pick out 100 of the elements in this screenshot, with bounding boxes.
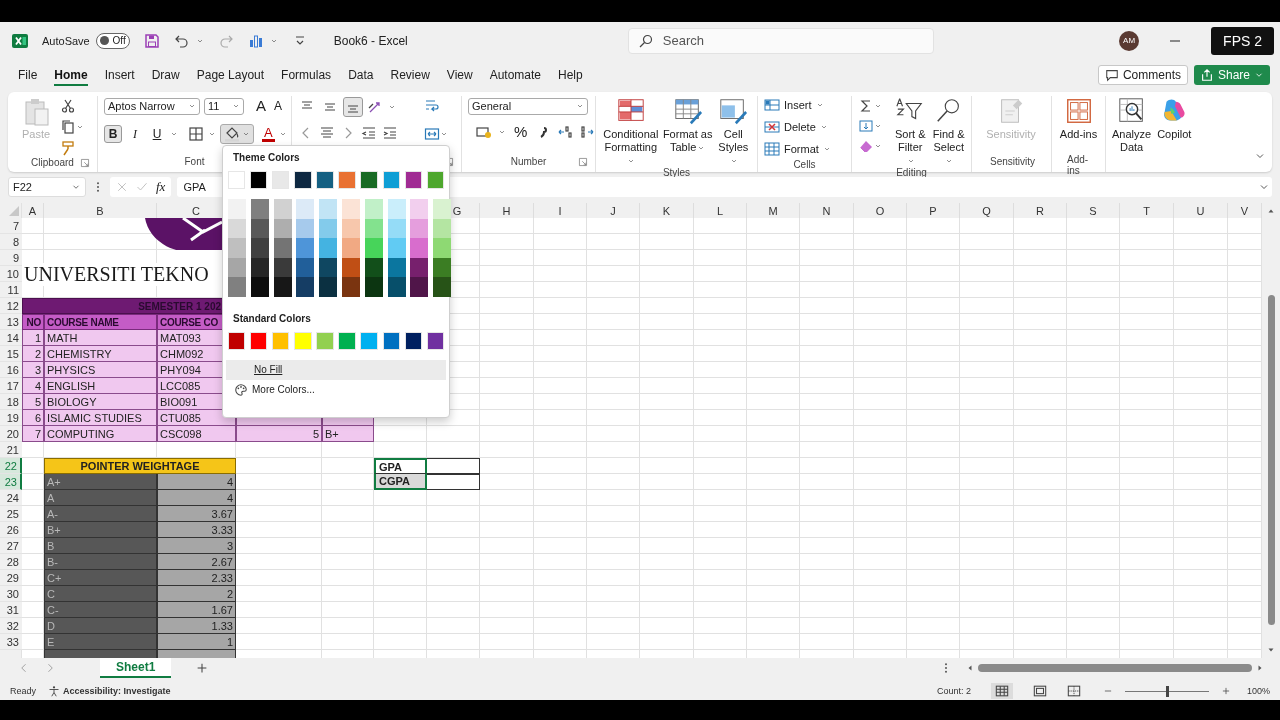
table-cell[interactable] <box>427 458 480 475</box>
color-swatch[interactable] <box>250 277 269 297</box>
color-swatch[interactable] <box>382 171 400 189</box>
ai-button[interactable]: Analyze Data <box>1112 95 1152 154</box>
color-swatch[interactable] <box>228 331 246 350</box>
decrease-indent-icon[interactable] <box>361 124 377 141</box>
color-swatch[interactable] <box>410 218 429 238</box>
cancel-icon[interactable] <box>116 181 128 194</box>
color-swatch[interactable] <box>250 238 269 258</box>
color-swatch[interactable] <box>382 331 400 350</box>
number-format-dropdown[interactable]: General <box>468 97 588 115</box>
color-swatch[interactable] <box>316 171 334 189</box>
scroll-up-icon[interactable] <box>1267 207 1275 216</box>
color-swatch[interactable] <box>316 331 334 350</box>
text-style-button[interactable]: U <box>148 124 166 143</box>
color-swatch[interactable] <box>338 331 356 350</box>
editing-button[interactable]: Find & Select <box>932 95 965 167</box>
styles-button[interactable]: Cell Styles <box>715 95 751 167</box>
table-cell[interactable] <box>427 474 480 491</box>
color-swatch[interactable] <box>319 257 338 277</box>
color-swatch[interactable] <box>319 277 338 297</box>
color-swatch[interactable] <box>410 277 429 297</box>
styles-button[interactable]: Conditional Formatting <box>602 95 660 167</box>
color-swatch[interactable] <box>296 277 315 297</box>
color-swatch[interactable] <box>228 238 246 258</box>
color-swatch[interactable] <box>342 257 360 277</box>
color-swatch[interactable] <box>364 238 383 258</box>
text-style-button[interactable]: B <box>104 124 122 143</box>
page-layout-icon[interactable] <box>1032 684 1047 699</box>
row-header[interactable]: 22 <box>0 458 22 475</box>
percent-button[interactable]: % <box>512 123 530 140</box>
color-swatch[interactable] <box>364 199 383 219</box>
font-size-dropdown[interactable]: 11 <box>204 97 244 115</box>
color-swatch[interactable] <box>342 199 360 219</box>
decrease-font-button[interactable]: A <box>272 98 285 115</box>
save-icon[interactable] <box>143 32 160 49</box>
text-style-button[interactable]: I <box>126 124 144 143</box>
color-swatch[interactable] <box>228 199 246 219</box>
color-swatch[interactable] <box>433 238 452 258</box>
menu-tab[interactable]: View <box>439 63 480 86</box>
align-center-icon[interactable] <box>319 124 335 141</box>
color-swatch[interactable] <box>272 171 290 189</box>
font-name-dropdown[interactable]: Aptos Narrow <box>104 97 200 115</box>
color-swatch[interactable] <box>273 257 292 277</box>
color-swatch[interactable] <box>410 257 429 277</box>
menu-tab[interactable]: Help <box>551 63 590 86</box>
color-swatch[interactable] <box>433 257 452 277</box>
search-field[interactable]: Search <box>627 27 934 54</box>
color-swatch[interactable] <box>250 218 269 238</box>
menu-item[interactable]: No Fill <box>226 359 446 380</box>
merge-icon[interactable] <box>424 125 440 142</box>
color-swatch[interactable] <box>296 199 315 219</box>
menu-tab[interactable]: Formulas <box>274 63 339 86</box>
name-box[interactable]: F22 <box>8 177 86 198</box>
user-avatar[interactable]: AM <box>1119 30 1140 51</box>
increase-decimal-icon[interactable] <box>557 123 574 140</box>
color-swatch[interactable] <box>319 238 338 258</box>
color-swatch[interactable] <box>228 257 246 277</box>
color-swatch[interactable] <box>294 331 312 350</box>
color-swatch[interactable] <box>228 218 246 238</box>
color-swatch[interactable] <box>273 218 292 238</box>
color-swatch[interactable] <box>404 171 422 189</box>
color-swatch[interactable] <box>387 277 406 297</box>
color-swatch[interactable] <box>338 171 356 189</box>
color-swatch[interactable] <box>426 171 444 189</box>
color-swatch[interactable] <box>342 277 360 297</box>
table-cell[interactable]: GPA <box>374 458 427 475</box>
color-swatch[interactable] <box>433 218 452 238</box>
ai-button[interactable]: Copilot <box>1157 95 1192 141</box>
color-swatch[interactable] <box>360 331 378 350</box>
color-swatch[interactable] <box>410 238 429 258</box>
normal-view-icon[interactable] <box>990 683 1013 700</box>
color-swatch[interactable] <box>364 257 383 277</box>
comments-button[interactable]: Comments <box>1097 64 1188 85</box>
color-swatch[interactable] <box>364 218 383 238</box>
fill-color-button[interactable] <box>220 123 254 144</box>
sheet-tab[interactable]: Sheet1 <box>100 658 172 679</box>
color-swatch[interactable] <box>250 331 268 350</box>
menu-tab[interactable]: Data <box>341 63 381 86</box>
color-swatch[interactable] <box>342 238 360 258</box>
editing-button[interactable]: Sort & Filter <box>894 95 927 167</box>
insert-function-button[interactable]: fx <box>156 179 166 196</box>
scroll-right-icon[interactable] <box>1256 664 1264 673</box>
row-header[interactable]: 23 <box>0 474 22 491</box>
table-cell[interactable]: CGPA <box>374 474 427 491</box>
cells-button[interactable]: Format <box>764 139 831 159</box>
menu-tab[interactable]: Draw <box>144 63 187 86</box>
color-swatch[interactable] <box>272 331 290 350</box>
cells-button[interactable]: Insert <box>764 95 824 115</box>
color-swatch[interactable] <box>387 218 406 238</box>
color-swatch[interactable] <box>433 277 452 297</box>
font-color-button[interactable]: A <box>262 125 275 142</box>
color-swatch[interactable] <box>387 257 406 277</box>
color-swatch[interactable] <box>433 199 452 219</box>
add-ins-button[interactable]: Add-ins <box>1055 95 1102 141</box>
color-swatch[interactable] <box>273 238 292 258</box>
color-swatch[interactable] <box>319 199 338 219</box>
wrap-text-icon[interactable] <box>424 97 440 114</box>
zoom-in-icon[interactable] <box>1220 686 1231 697</box>
color-swatch[interactable] <box>319 218 338 238</box>
